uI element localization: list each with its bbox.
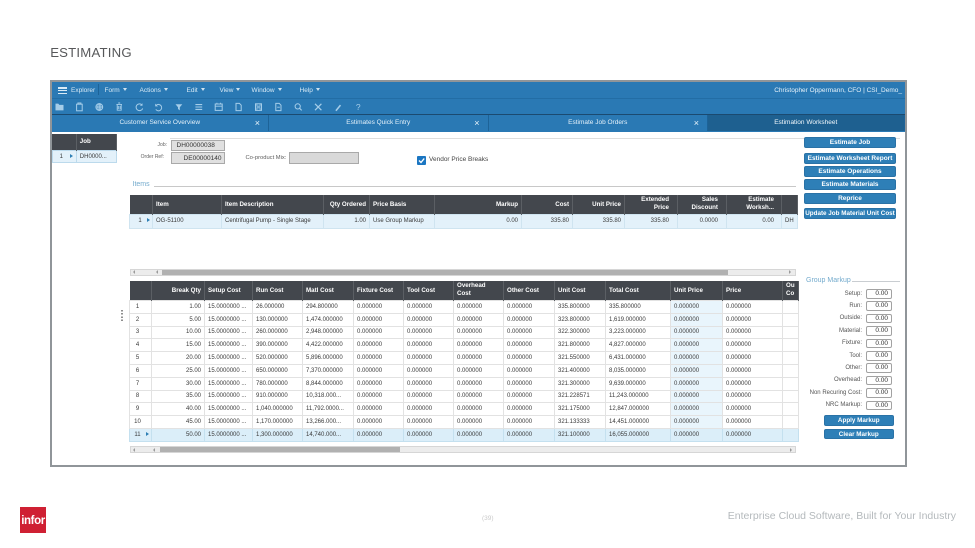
svg-text:?: ? (356, 102, 361, 112)
